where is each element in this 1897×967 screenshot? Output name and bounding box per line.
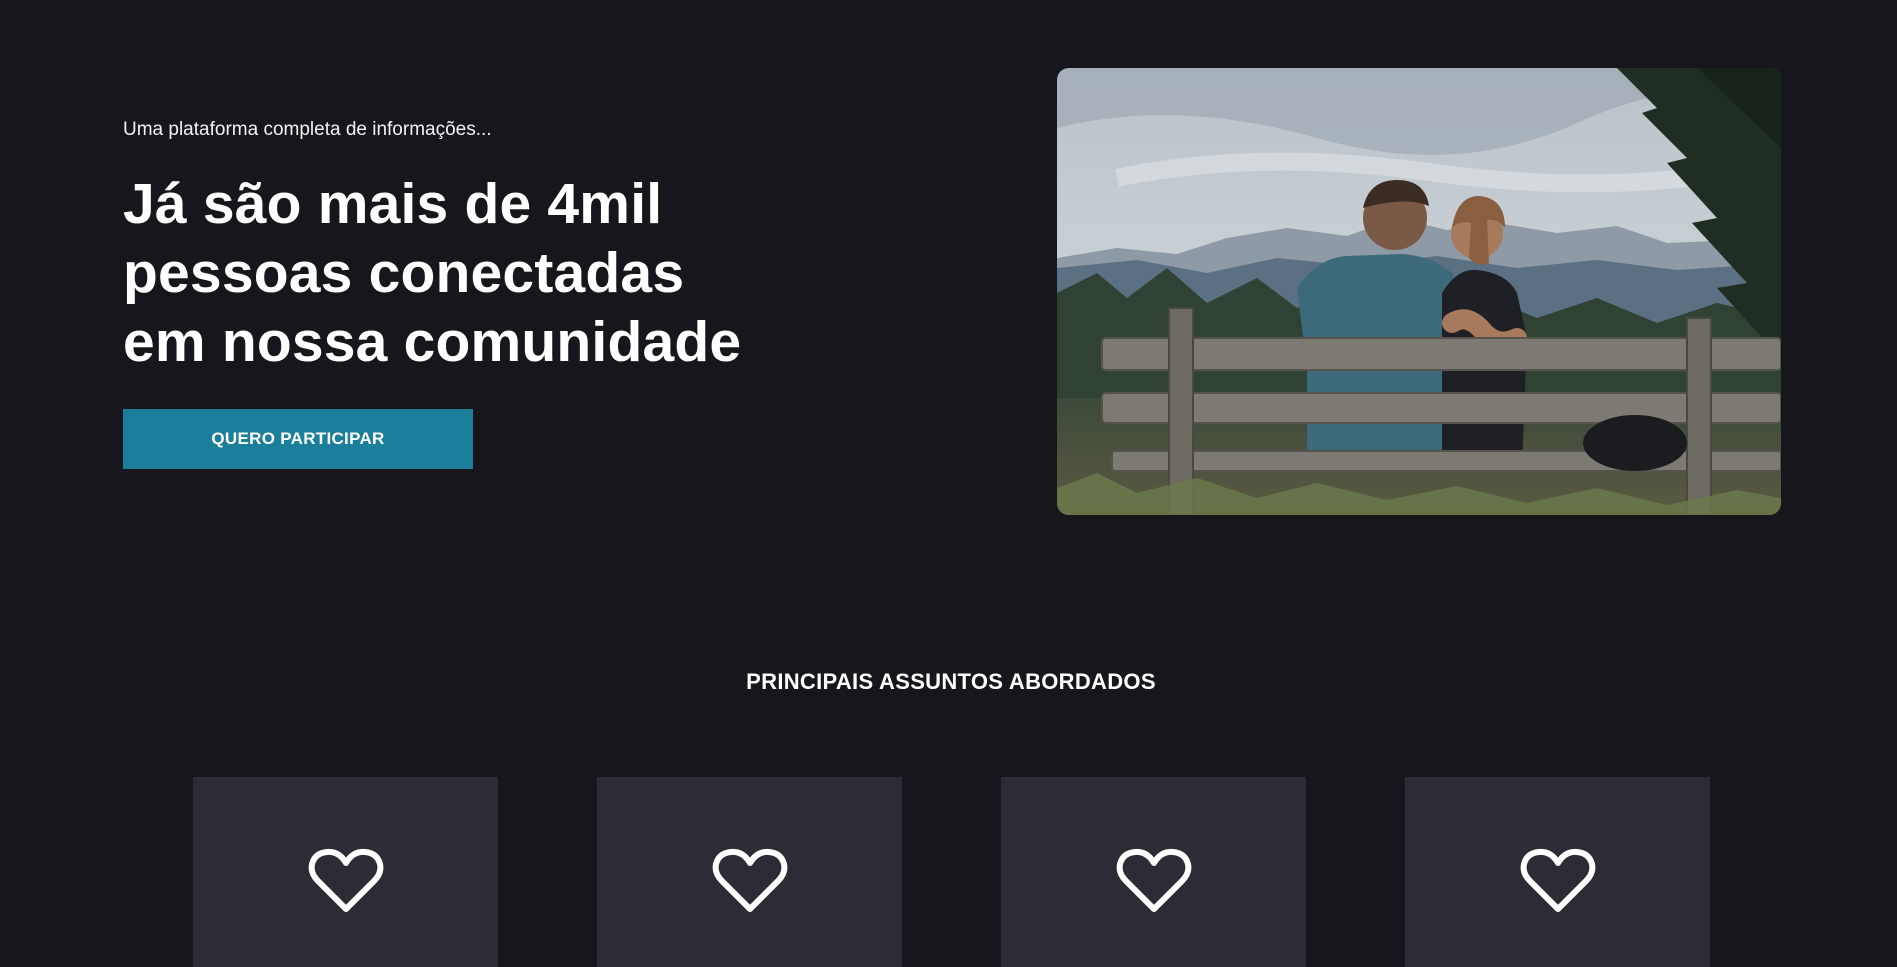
hero-headline: Já são mais de 4mil pessoas conectadas e… [123, 170, 803, 377]
hero-section: Uma plataforma completa de informações..… [0, 0, 1897, 560]
hero-text: Uma plataforma completa de informações..… [123, 118, 823, 377]
heart-icon [1116, 848, 1191, 912]
headline-line: em nossa comunidade [123, 310, 742, 374]
join-button[interactable]: QUERO PARTICIPAR [123, 409, 473, 469]
hero-eyebrow: Uma plataforma completa de informações..… [123, 119, 492, 140]
topic-card[interactable] [597, 777, 902, 967]
hero-photo-couple-on-bench [1057, 68, 1781, 515]
headline-line: Já são mais de 4mil [123, 172, 663, 236]
topic-card[interactable] [1001, 777, 1306, 967]
heart-icon [1520, 848, 1595, 912]
topic-card[interactable] [193, 777, 498, 967]
hero-photo-illustration [1057, 68, 1781, 515]
topics-title: PRINCIPAIS ASSUNTOS ABORDADOS [746, 669, 1156, 694]
headline-line: pessoas conectadas [123, 241, 685, 305]
heart-icon [308, 848, 383, 912]
topic-card[interactable] [1405, 777, 1710, 967]
heart-icon [712, 848, 787, 912]
